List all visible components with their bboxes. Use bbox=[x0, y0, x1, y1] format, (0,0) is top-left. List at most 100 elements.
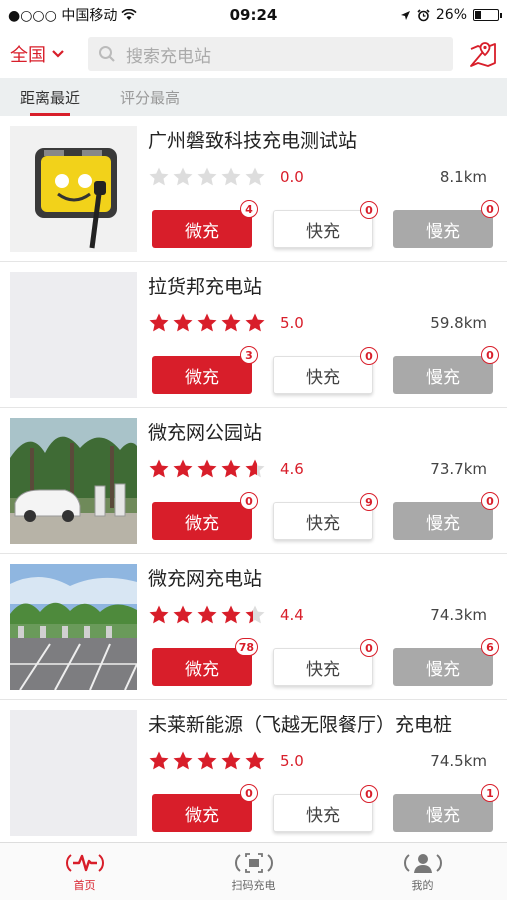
station-item[interactable]: 微充网公园站 4.6 73.7km 微充 0 快充 9 慢充 0 bbox=[0, 408, 507, 554]
station-list: 广州磐致科技充电测试站 0.0 8.1km 微充 4 快充 0 慢充 0 拉货邦充电站… bbox=[0, 116, 507, 846]
search-icon bbox=[99, 46, 115, 62]
station-image bbox=[10, 126, 137, 252]
station-item[interactable]: 广州磐致科技充电测试站 0.0 8.1km 微充 4 快充 0 慢充 0 bbox=[0, 116, 507, 262]
station-image bbox=[10, 564, 137, 690]
rating-value: 5.0 bbox=[280, 314, 304, 332]
slow-charge-button[interactable]: 慢充 1 bbox=[393, 784, 499, 832]
station-item[interactable]: 未莱新能源（飞越无限餐厅）充电桩 5.0 74.5km 微充 0 快充 0 慢充 1 bbox=[0, 700, 507, 846]
station-name: 微充网公园站 bbox=[148, 422, 263, 444]
count-badge: 0 bbox=[360, 785, 378, 803]
park-photo bbox=[10, 418, 137, 544]
slow-charge-button[interactable]: 慢充 6 bbox=[393, 638, 499, 686]
button-label: 快充 bbox=[306, 367, 340, 388]
micro-charge-button[interactable]: 微充 4 bbox=[152, 200, 258, 248]
star-icon bbox=[149, 459, 169, 478]
station-name: 拉货邦充电站 bbox=[148, 276, 263, 298]
fast-charge-button[interactable]: 快充 0 bbox=[273, 785, 378, 832]
sort-tabs: 距离最近 评分最高 bbox=[0, 78, 507, 116]
count-badge: 0 bbox=[240, 492, 258, 510]
tab-home[interactable]: 首页 bbox=[0, 843, 169, 900]
scan-icon bbox=[234, 852, 273, 873]
count-badge: 0 bbox=[240, 784, 258, 802]
profile-icon bbox=[403, 853, 442, 873]
button-label: 快充 bbox=[306, 805, 340, 826]
slow-charge-button[interactable]: 慢充 0 bbox=[393, 200, 499, 248]
star-icon bbox=[149, 605, 169, 624]
micro-charge-button[interactable]: 微充 3 bbox=[152, 346, 258, 394]
count-badge: 0 bbox=[360, 347, 378, 365]
button-label: 快充 bbox=[306, 659, 340, 680]
button-label: 微充 bbox=[185, 659, 219, 680]
button-label: 微充 bbox=[185, 367, 219, 388]
star-icon bbox=[221, 605, 241, 624]
count-badge: 3 bbox=[240, 346, 258, 364]
slow-charge-button[interactable]: 慢充 0 bbox=[393, 346, 499, 394]
star-rating bbox=[148, 458, 266, 480]
header: 全国 搜索充电站 bbox=[0, 30, 507, 78]
distance: 74.5km bbox=[430, 752, 487, 770]
micro-charge-button[interactable]: 微充 0 bbox=[152, 784, 258, 832]
tab-label: 扫码充电 bbox=[231, 878, 276, 892]
station-item[interactable]: 拉货邦充电站 5.0 59.8km 微充 3 快充 0 慢充 0 bbox=[0, 262, 507, 408]
station-name: 广州磐致科技充电测试站 bbox=[148, 130, 358, 152]
rating-value: 5.0 bbox=[280, 752, 304, 770]
slow-charge-button[interactable]: 慢充 0 bbox=[393, 492, 499, 540]
distance: 59.8km bbox=[430, 314, 487, 332]
star-icon bbox=[245, 313, 265, 332]
count-badge: 0 bbox=[360, 201, 378, 219]
star-icon bbox=[149, 751, 169, 770]
star-icon bbox=[245, 459, 265, 478]
tab-top-rated[interactable]: 评分最高 bbox=[120, 78, 180, 116]
star-icon bbox=[173, 313, 193, 332]
fast-charge-button[interactable]: 快充 0 bbox=[273, 639, 378, 686]
tab-profile[interactable]: 我的 bbox=[338, 843, 507, 900]
station-image-placeholder bbox=[10, 710, 137, 836]
count-badge: 1 bbox=[481, 784, 499, 802]
map-button[interactable] bbox=[453, 41, 497, 67]
region-label: 全国 bbox=[10, 45, 46, 66]
button-label: 慢充 bbox=[426, 659, 460, 680]
rating-value: 4.6 bbox=[280, 460, 304, 478]
button-label: 微充 bbox=[185, 221, 219, 242]
search-input[interactable]: 搜索充电站 bbox=[88, 37, 453, 71]
fast-charge-button[interactable]: 快充 0 bbox=[273, 201, 378, 248]
star-rating bbox=[148, 166, 266, 188]
fast-charge-button[interactable]: 快充 0 bbox=[273, 347, 378, 394]
button-label: 慢充 bbox=[426, 805, 460, 826]
star-icon bbox=[197, 751, 217, 770]
button-label: 慢充 bbox=[426, 513, 460, 534]
button-label: 微充 bbox=[185, 805, 219, 826]
count-badge: 0 bbox=[360, 639, 378, 657]
tab-label: 距离最近 bbox=[20, 88, 81, 107]
star-icon bbox=[197, 313, 217, 332]
count-badge: 0 bbox=[481, 200, 499, 218]
fast-charge-button[interactable]: 快充 9 bbox=[273, 493, 378, 540]
status-bar: ●○○○ 中国移动 09:24 26% bbox=[0, 0, 507, 30]
count-badge: 9 bbox=[360, 493, 378, 511]
star-rating bbox=[148, 750, 266, 772]
button-label: 快充 bbox=[306, 221, 340, 242]
count-badge: 78 bbox=[234, 638, 258, 656]
station-item[interactable]: 微充网充电站 4.4 74.3km 微充 78 快充 0 慢充 6 bbox=[0, 554, 507, 700]
map-pin-icon bbox=[470, 42, 496, 67]
button-label: 慢充 bbox=[426, 367, 460, 388]
charger-photo bbox=[10, 126, 137, 252]
micro-charge-button[interactable]: 微充 78 bbox=[152, 638, 258, 686]
tab-nearest[interactable]: 距离最近 bbox=[20, 78, 80, 116]
star-icon bbox=[245, 167, 265, 186]
parking-photo bbox=[10, 564, 137, 690]
star-icon bbox=[149, 167, 169, 186]
clock: 09:24 bbox=[229, 6, 278, 24]
star-icon bbox=[197, 459, 217, 478]
tab-scan-charge[interactable]: 扫码充电 bbox=[169, 843, 338, 900]
bottom-tab-bar: 首页 扫码充电 我的 bbox=[0, 842, 507, 900]
star-rating bbox=[148, 604, 266, 626]
rating-value: 0.0 bbox=[280, 168, 304, 186]
distance: 74.3km bbox=[430, 606, 487, 624]
region-selector[interactable]: 全国 bbox=[10, 41, 88, 67]
micro-charge-button[interactable]: 微充 0 bbox=[152, 492, 258, 540]
rating-value: 4.4 bbox=[280, 606, 304, 624]
chevron-down-icon bbox=[52, 50, 64, 58]
tab-label: 评分最高 bbox=[120, 88, 181, 107]
button-label: 微充 bbox=[185, 513, 219, 534]
